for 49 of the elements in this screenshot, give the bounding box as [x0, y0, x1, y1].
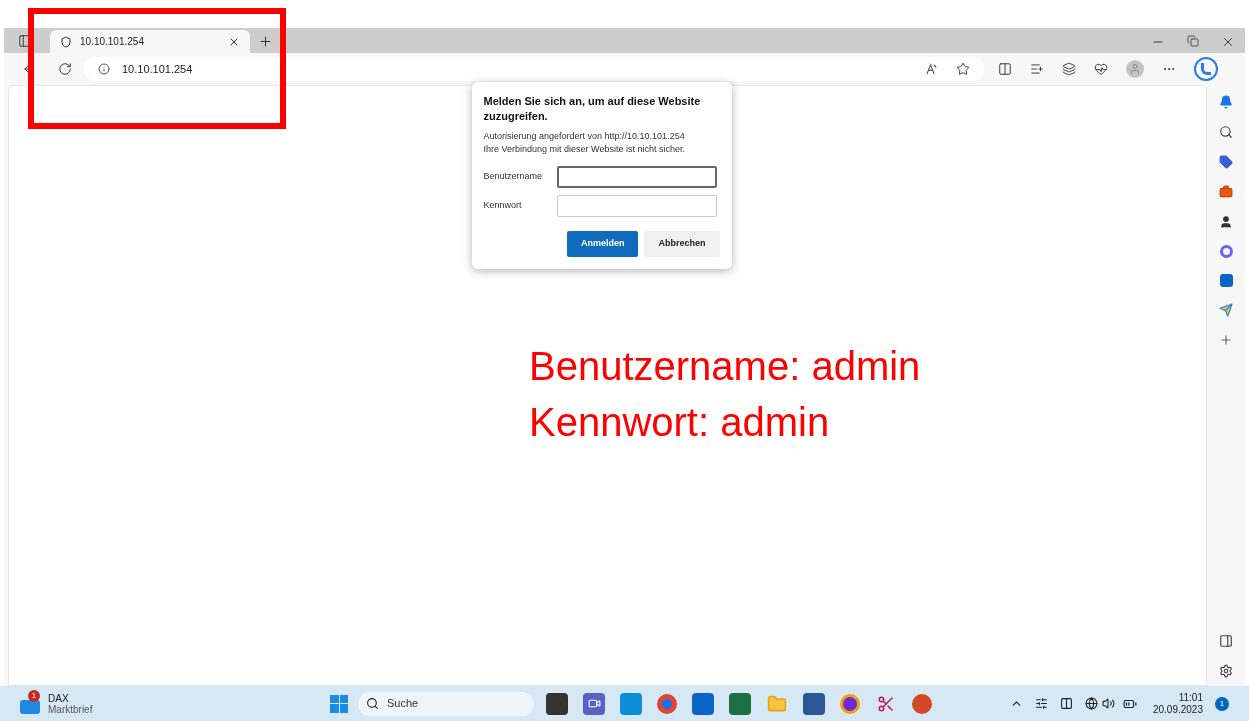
widget-subtitle: Marktbrief [48, 703, 93, 715]
annotation-text: Kennwort: admin [529, 399, 831, 446]
input-field[interactable] [556, 166, 717, 188]
dialog-title: Melden Sie sich an, um auf diese Website zuzugreifen. [483, 94, 702, 124]
app-tray-icon[interactable] [1059, 697, 1073, 710]
sign-in-button[interactable]: Anmelden [566, 231, 639, 257]
start-icon[interactable] [330, 694, 348, 713]
split-screen-icon[interactable] [998, 62, 1012, 76]
address-bar[interactable]: 10.10.101.254 [84, 57, 984, 81]
favorites-icon[interactable] [1030, 62, 1044, 76]
sliders-icon[interactable] [1034, 697, 1048, 710]
widget-title: DAX [48, 692, 70, 704]
sidebar-toggle-icon[interactable] [1219, 634, 1233, 648]
volume-icon[interactable] [1101, 697, 1115, 710]
send-icon[interactable] [1219, 303, 1233, 317]
clock-time: 11:01 [1178, 691, 1203, 704]
search-icon [366, 697, 379, 710]
reload-icon[interactable] [58, 62, 72, 76]
close-icon[interactable] [1221, 35, 1235, 49]
tag-icon[interactable] [1219, 155, 1233, 169]
tab-title: 10.10.101.254 [80, 35, 145, 49]
dialog-message: Ihre Verbindung mit dieser Website ist nicht sicher. [483, 143, 686, 156]
info-icon[interactable] [98, 63, 110, 75]
person-icon[interactable] [1219, 215, 1233, 229]
new-tab-icon[interactable] [258, 34, 273, 49]
site-icon [60, 35, 72, 48]
browser-tab[interactable]: 10.10.101.254 [50, 30, 250, 53]
field-label: Kennwort [483, 199, 523, 213]
annotation-text: Benutzername: admin [529, 343, 921, 390]
taskbar-search[interactable]: Suche [358, 691, 534, 716]
bell-icon[interactable] [1219, 95, 1233, 109]
network-icon[interactable] [1084, 697, 1098, 710]
briefcase-icon[interactable] [1219, 185, 1233, 199]
restore-icon[interactable] [1187, 35, 1199, 47]
notification-count[interactable]: 1 [1215, 696, 1229, 711]
dialog-message: Autorisierung angefordert von http://10.10.101.254 [483, 130, 686, 143]
read-aloud-icon[interactable] [925, 62, 938, 76]
collections-icon[interactable] [1062, 62, 1076, 76]
field-label: Benutzername [483, 170, 544, 184]
cancel-button[interactable]: Abbrechen [644, 231, 720, 257]
search-icon[interactable] [1219, 125, 1233, 139]
profile-avatar[interactable] [1126, 60, 1144, 78]
health-icon[interactable] [1094, 62, 1108, 76]
notification-badge: 1 [28, 689, 40, 702]
video-chat-icon[interactable] [583, 692, 605, 715]
favorite-star-icon[interactable] [956, 62, 970, 76]
clock-date: 20.09.2023 [1152, 703, 1203, 716]
settings-icon[interactable] [1219, 664, 1233, 678]
url-text: 10.10.101.254 [122, 61, 193, 77]
